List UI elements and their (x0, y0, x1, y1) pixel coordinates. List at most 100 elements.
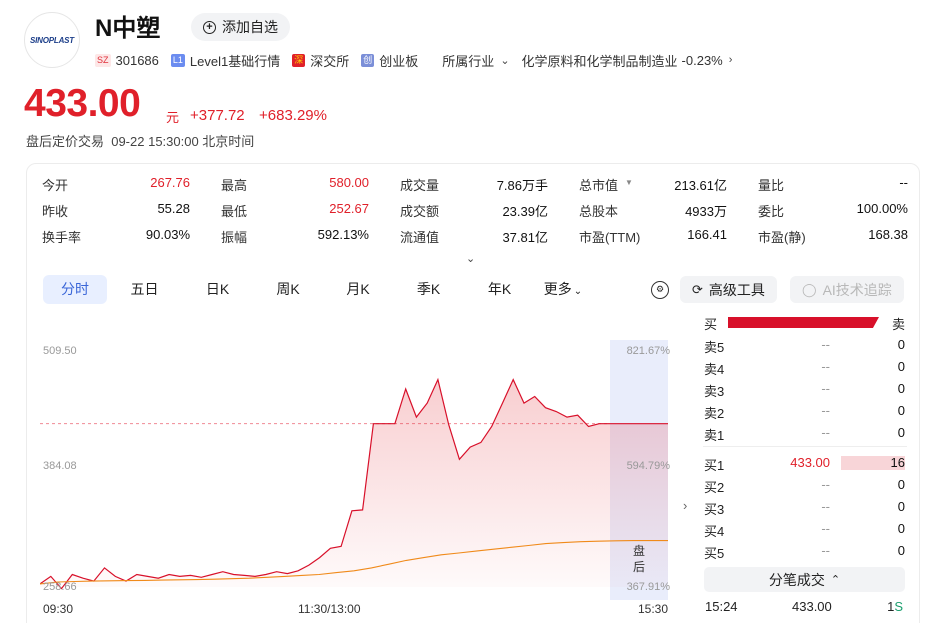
bid-row: 买4 -- 0 (703, 519, 905, 539)
industry-label: 所属行业 (442, 53, 495, 69)
tab-4[interactable]: 月K (323, 275, 393, 304)
bid-row: 买2 -- 0 (703, 475, 905, 495)
caret-down-icon: ▼ (625, 178, 633, 187)
stat-cell: 昨收 55.28 (42, 201, 190, 221)
stat-cell: 量比 -- (758, 175, 908, 195)
stat-label: 委比 (758, 204, 785, 219)
stat-label: 市盈(TTM) (579, 230, 641, 245)
ai-tracking-button[interactable]: ◯ AI技术追踪 (790, 276, 904, 303)
board-info: 创 创业板 (361, 51, 418, 70)
after-hours-label-1: 盘 (633, 544, 646, 558)
pct-label-mid: 594.79% (626, 460, 670, 472)
tab-label: 季K (416, 281, 441, 297)
intraday-chart[interactable]: 509.50 384.08 258.66 821.67% 594.79% 367… (40, 330, 670, 620)
x-label-mid: 11:30/13:00 (298, 602, 361, 616)
tab-1[interactable]: 五日 (107, 275, 182, 304)
trade-time: 15:24 (705, 599, 738, 614)
tab-label: 分时 (61, 281, 89, 297)
bid-row: 买3 -- 0 (703, 497, 905, 517)
level-price: -- (821, 499, 830, 514)
level-label: 买5 (704, 546, 725, 561)
industry-link[interactable]: 化学原料和化学制品制造业 -0.23% › (522, 51, 733, 70)
tab-3[interactable]: 周K (253, 275, 323, 304)
level1-quote[interactable]: L1 Level1基础行情 (170, 51, 281, 70)
stat-label: 市盈(静) (758, 230, 806, 245)
stat-value: 7.86万手 (496, 178, 548, 193)
expand-chevron-icon[interactable]: ⌄ (466, 252, 475, 265)
level-price: -- (821, 403, 830, 418)
stat-value: 168.38 (868, 227, 908, 242)
tick-trades-button[interactable]: 分笔成交 ⌃ (704, 567, 905, 592)
level-qty: 0 (897, 477, 905, 492)
pct-label-top: 821.67% (626, 345, 670, 357)
level1-label: Level1基础行情 (189, 53, 281, 69)
trading-status: 盘后定价交易 09-22 15:30:00 北京时间 (26, 134, 255, 149)
stat-value: 252.67 (329, 201, 369, 216)
stat-value: 4933万 (685, 204, 727, 219)
stat-cell[interactable]: 总市值 ▼ 213.61亿 (579, 175, 727, 195)
tab-7[interactable]: 更多 ⌄ (535, 275, 591, 304)
tick-trades-label: 分笔成交 (768, 571, 825, 588)
stock-meta-row: SZ 301686 L1 Level1基础行情 深 深交所 创 创业板 所属行业… (95, 51, 744, 69)
orderbook-divider (703, 446, 907, 447)
stat-label: 流通值 (400, 230, 440, 245)
after-hours-label-2: 后 (633, 560, 646, 574)
level-price: 433.00 (790, 455, 830, 470)
ask-row: 卖1 -- 0 (703, 423, 905, 443)
price-change-pct: +683.29% (259, 107, 327, 124)
level-price: -- (821, 477, 830, 492)
add-watchlist-button[interactable]: + 添加自选 (191, 13, 290, 41)
stat-label: 今开 (42, 178, 69, 193)
exchange-info: 深 深交所 (292, 51, 349, 70)
tab-5[interactable]: 季K (393, 275, 464, 304)
tools-icon: ⟳ (692, 281, 703, 297)
advanced-tools-button[interactable]: ⟳ 高级工具 (680, 276, 777, 303)
stat-label: 换手率 (42, 230, 82, 245)
level-price: -- (821, 425, 830, 440)
ask-row: 卖3 -- 0 (703, 379, 905, 399)
bid-row: 买5 -- 0 (703, 541, 905, 561)
ai-icon: ◯ (802, 281, 817, 297)
level-qty: 0 (897, 425, 905, 440)
tab-6[interactable]: 年K (464, 275, 535, 304)
level-qty: 0 (897, 403, 905, 418)
stat-value: 37.81亿 (502, 230, 548, 245)
level-label: 卖5 (704, 340, 725, 355)
industry-dropdown[interactable]: 所属行业 ⌄ (442, 51, 509, 70)
stat-value: -- (899, 175, 908, 190)
level-qty: 16 (890, 455, 905, 470)
trade-volume: 1S (887, 599, 903, 614)
stat-value: 100.00% (856, 201, 908, 216)
exchange-tag: SZ (95, 53, 111, 67)
tab-label: 更多 (543, 281, 572, 297)
trade-row: 15:24 433.00 1S (704, 599, 905, 617)
stock-name: N中塑 (95, 15, 161, 42)
stat-cell: 市盈(静) 168.38 (758, 227, 908, 247)
stat-cell: 最高 580.00 (221, 175, 369, 195)
buy-sell-ratio: 买 卖 (703, 312, 907, 332)
stat-label: 最低 (221, 204, 248, 219)
ai-tracking-label: AI技术追踪 (822, 281, 892, 298)
settings-tool-icon[interactable]: ⚙ (651, 281, 669, 299)
stat-value: 592.13% (317, 227, 369, 242)
level-label: 买4 (704, 524, 725, 539)
price-change: +377.72 (190, 107, 245, 124)
add-watchlist-label: 添加自选 (222, 19, 278, 35)
level1-tag: L1 (170, 53, 185, 67)
level-qty: 0 (897, 381, 905, 396)
level-price: -- (821, 543, 830, 558)
pct-label-bottom: 367.91% (626, 581, 670, 593)
stat-value: 90.03% (145, 227, 190, 242)
stat-value: 213.61亿 (674, 178, 727, 193)
tab-0[interactable]: 分时 (43, 275, 107, 304)
board-tag: 创 (361, 53, 375, 67)
stat-label: 量比 (758, 178, 785, 193)
collapse-chevron-icon[interactable]: › (683, 498, 687, 513)
tab-label: 年K (487, 281, 512, 297)
level-qty: 0 (897, 359, 905, 374)
stat-label: 成交量 (400, 178, 440, 193)
tab-2[interactable]: 日K (182, 275, 253, 304)
stats-row: 昨收 55.28 最低 252.67 成交额 23.39亿 总股本 4933万 委比 100.00… (42, 201, 908, 221)
plus-circle-icon: + (203, 20, 216, 34)
sell-label: 卖 (891, 317, 905, 332)
